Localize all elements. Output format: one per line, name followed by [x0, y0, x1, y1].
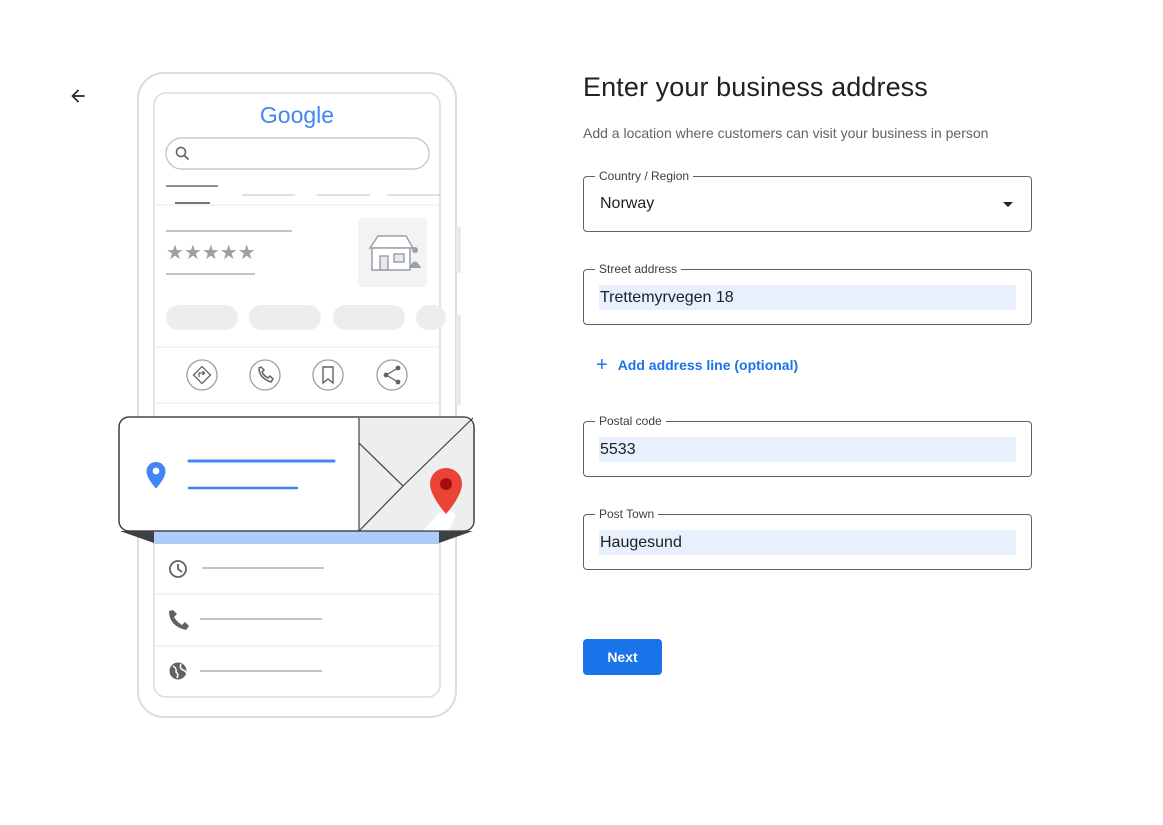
page-subtitle: Add a location where customers can visit…	[583, 125, 989, 141]
country-region-label: Country / Region	[595, 169, 694, 183]
post-town-label: Post Town	[595, 507, 659, 521]
arrow-left-icon	[71, 89, 85, 103]
rating-stars-icon: ★★★★★	[166, 240, 256, 264]
country-region-select[interactable]: Country / Region Norway	[583, 169, 1032, 232]
add-address-line-button[interactable]: + Add address line (optional)	[596, 355, 798, 375]
postal-code-input[interactable]	[599, 437, 1016, 462]
svg-text:★★★★★: ★★★★★	[166, 240, 256, 264]
page-title: Enter your business address	[583, 72, 928, 102]
post-town-input[interactable]	[599, 530, 1016, 555]
business-profile-illustration: Google ★★★★★	[110, 70, 490, 730]
country-region-value: Norway	[600, 195, 655, 212]
google-logo: Google	[260, 102, 334, 128]
post-town-field: Post Town	[583, 507, 1032, 570]
address-card	[118, 416, 475, 544]
street-address-field: Street address	[583, 262, 1032, 325]
postal-code-field: Postal code	[583, 414, 1032, 477]
street-address-label: Street address	[595, 262, 682, 276]
plus-icon: +	[596, 354, 608, 376]
postal-code-label: Postal code	[595, 414, 666, 428]
caret-down-icon	[1003, 202, 1013, 207]
back-button[interactable]	[62, 80, 94, 112]
add-address-line-label: Add address line (optional)	[617, 357, 799, 373]
street-address-input[interactable]	[599, 285, 1016, 310]
next-button[interactable]: Next	[583, 639, 662, 675]
globe-icon	[169, 662, 187, 680]
